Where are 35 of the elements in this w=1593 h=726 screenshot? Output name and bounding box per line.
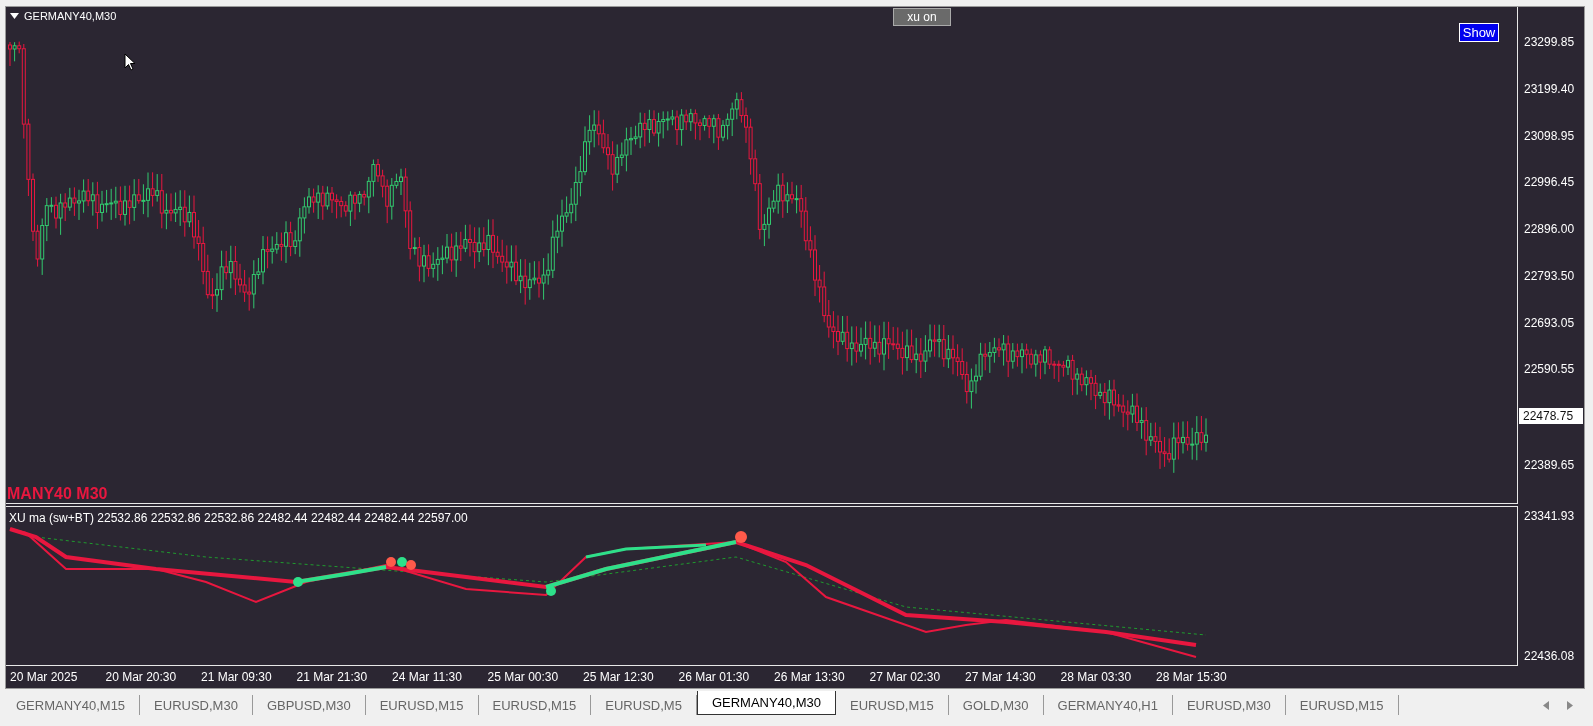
scroll-right-icon[interactable] [1567,700,1573,710]
price-label: 22389.65 [1523,457,1576,475]
price-label: 23199.40 [1523,80,1576,98]
chart-tab[interactable]: GERMANY40,M30 [696,691,836,715]
price-label: 23098.95 [1523,127,1576,145]
time-label: 27 Mar 02:30 [869,670,942,684]
time-label: 25 Mar 00:30 [487,670,560,684]
dropdown-triangle-icon[interactable] [10,13,19,19]
pointer-icon [124,53,136,71]
price-label: 22590.55 [1523,361,1576,379]
symbol-label: GERMANY40,M30 [24,10,117,22]
symbol-watermark: MANY40 M30 [7,485,108,503]
time-label: 20 Mar 20:30 [105,670,178,684]
price-label: 22793.50 [1523,267,1576,285]
indicator-axis-label: 22436.08 [1523,648,1576,664]
time-label: 27 Mar 14:30 [965,670,1037,684]
time-label: 20 Mar 2025 [10,670,79,684]
indicator-axis-label: 23341.93 [1523,508,1576,524]
current-price-label: 22478.75 [1519,408,1583,425]
toggle-button[interactable]: xu on [893,8,951,26]
price-label: 23299.85 [1523,34,1576,51]
time-label: 26 Mar 13:30 [774,670,846,684]
time-label: 21 Mar 09:30 [201,670,273,684]
price-label: 22896.00 [1523,221,1576,239]
price-label: 22996.45 [1523,174,1576,192]
scroll-left-icon[interactable] [1543,700,1549,710]
indicator-label: XU ma (sw+BT) 22532.86 22532.86 22532.86 22482.44 22482.44 22482.44 22597.00 [9,511,468,525]
price-label: 22693.05 [1523,314,1576,332]
time-label: 25 Mar 12:30 [583,670,655,684]
show-button[interactable]: Show [1459,23,1499,42]
time-label: 28 Mar 03:30 [1060,670,1133,684]
time-label: 24 Mar 11:30 [392,670,463,684]
time-label: 26 Mar 01:30 [678,670,751,684]
time-label: 21 Mar 21:30 [296,670,369,684]
time-label: 28 Mar 15:30 [1156,670,1228,684]
